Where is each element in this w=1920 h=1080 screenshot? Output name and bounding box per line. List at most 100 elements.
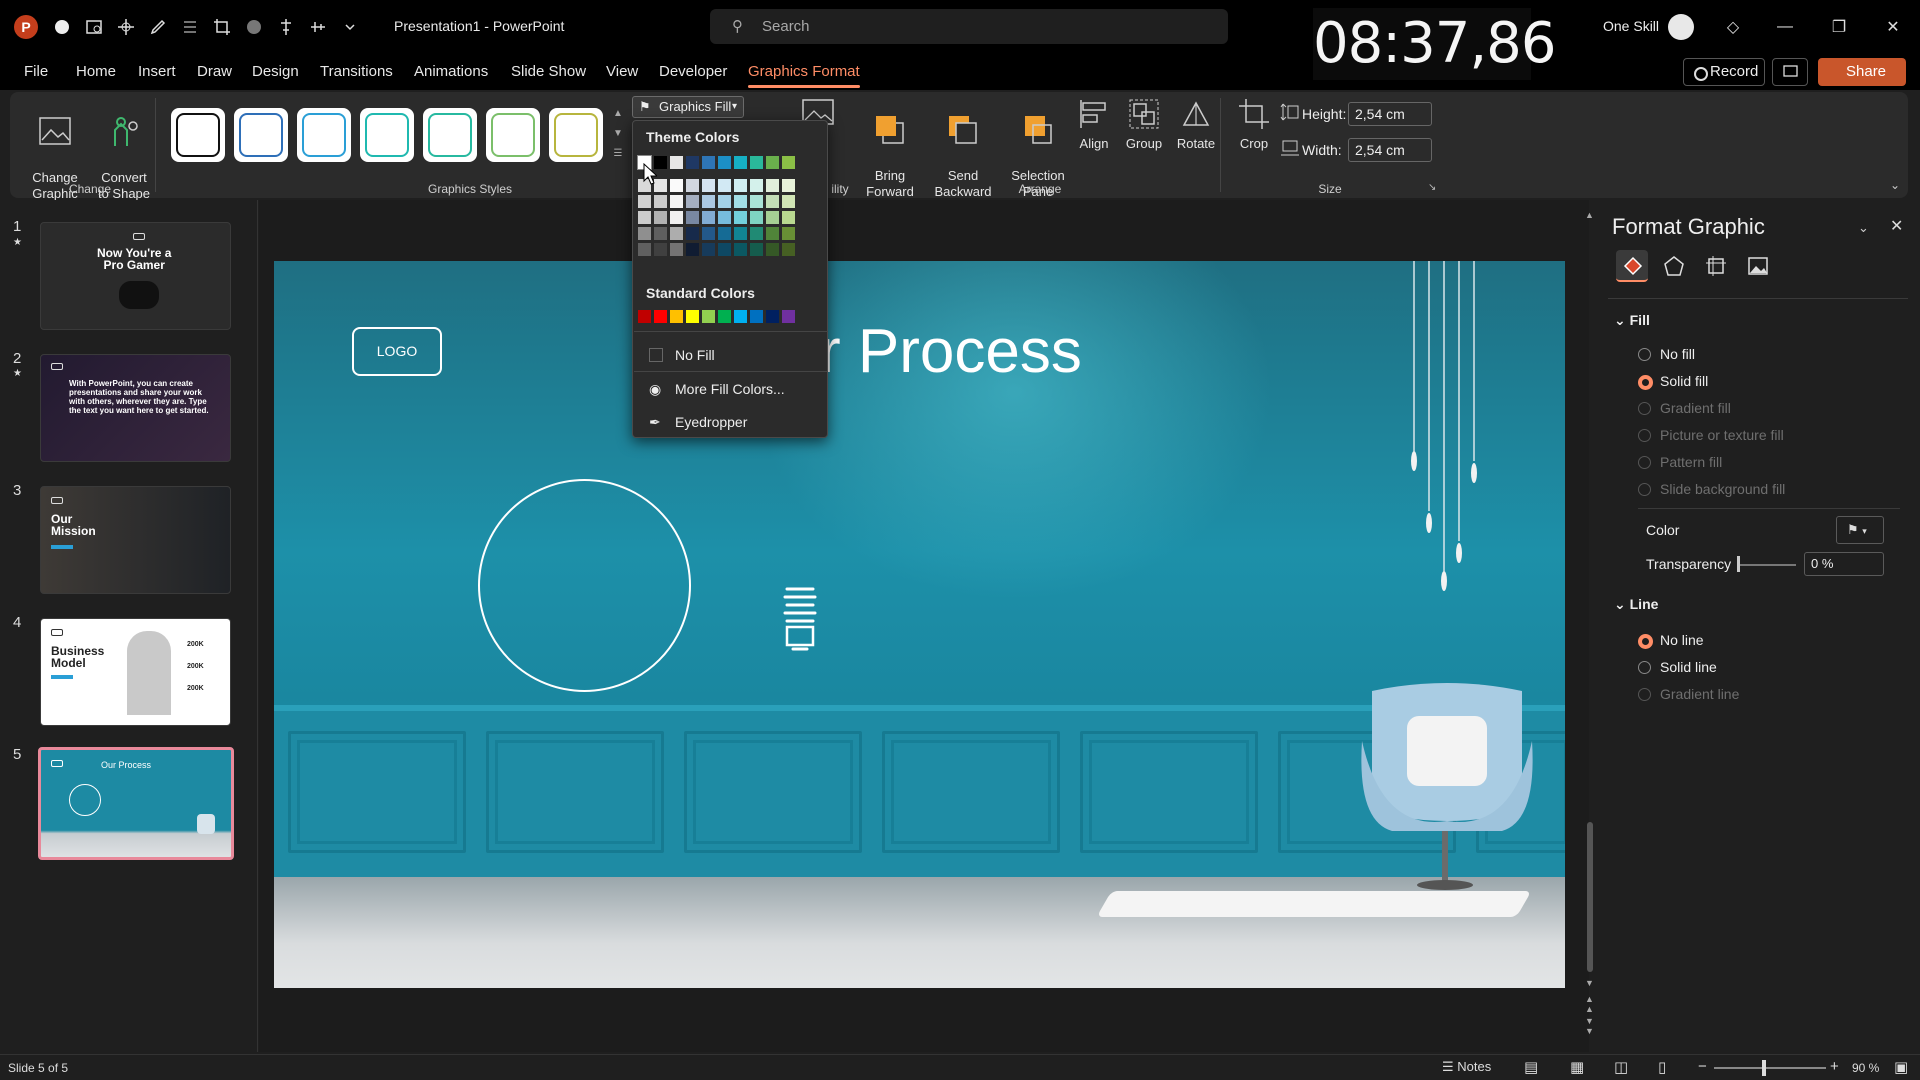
theme-color-shade-swatch[interactable]	[654, 243, 667, 256]
theme-color-swatch[interactable]	[734, 156, 747, 169]
tab-transitions[interactable]: Transitions	[320, 63, 393, 80]
theme-color-shade-swatch[interactable]	[654, 211, 667, 224]
standard-color-swatch[interactable]	[718, 310, 731, 323]
theme-color-shade-swatch[interactable]	[686, 179, 699, 192]
slide-thumbnail-1[interactable]: Now You're a Pro Gamer	[40, 222, 231, 330]
graphic-style-1[interactable]	[171, 108, 225, 162]
crop-icon[interactable]	[210, 14, 234, 40]
previous-slide-icon[interactable]: ▲ ▲	[1585, 994, 1594, 1014]
theme-color-shade-swatch[interactable]	[766, 179, 779, 192]
theme-color-shade-swatch[interactable]	[782, 211, 795, 224]
theme-color-swatch[interactable]	[782, 156, 795, 169]
effects-tab-icon[interactable]	[1658, 250, 1690, 282]
scroll-up-icon[interactable]: ▲	[1585, 210, 1594, 220]
height-input[interactable]: 2,54 cm	[1348, 102, 1432, 126]
no-fill-menu-item[interactable]: No Fill	[643, 341, 819, 369]
theme-color-shade-swatch[interactable]	[670, 195, 683, 208]
no-line-radio[interactable]: No line	[1638, 632, 1704, 649]
slide-title[interactable]: r Process	[820, 316, 1082, 387]
theme-color-shade-swatch[interactable]	[638, 211, 651, 224]
avatar[interactable]	[1668, 14, 1694, 40]
theme-color-shade-swatch[interactable]	[638, 195, 651, 208]
no-fill-radio[interactable]: No fill	[1638, 346, 1695, 362]
graphic-style-2[interactable]	[234, 108, 288, 162]
theme-color-shade-swatch[interactable]	[718, 179, 731, 192]
graphic-style-6[interactable]	[486, 108, 540, 162]
theme-color-swatch[interactable]	[718, 156, 731, 169]
zoom-slider-thumb[interactable]	[1762, 1060, 1766, 1076]
record-button[interactable]: Record	[1683, 58, 1765, 86]
theme-color-shade-swatch[interactable]	[782, 195, 795, 208]
customize-toolbar-icon[interactable]	[338, 14, 362, 40]
theme-color-shade-swatch[interactable]	[654, 195, 667, 208]
comments-button[interactable]	[1772, 58, 1808, 86]
share-button[interactable]: Share	[1818, 58, 1906, 86]
theme-color-shade-swatch[interactable]	[750, 211, 763, 224]
tab-slide-show[interactable]: Slide Show	[511, 63, 586, 80]
gradient-line-radio[interactable]: Gradient line	[1638, 686, 1739, 702]
send-backward-button[interactable]: Send Backward	[928, 96, 998, 200]
pane-options-chevron-icon[interactable]: ⌄	[1858, 220, 1869, 236]
tab-view[interactable]: View	[606, 63, 638, 80]
bring-forward-button[interactable]: Bring Forward	[858, 96, 922, 200]
picture-texture-fill-radio[interactable]: Picture or texture fill	[1638, 427, 1784, 443]
next-slide-icon[interactable]: ▼ ▼	[1585, 1016, 1594, 1036]
styles-gallery-scroll[interactable]: ▲ ▼ ☰	[611, 104, 625, 164]
scroll-down-icon[interactable]: ▼	[1585, 978, 1594, 988]
solid-fill-radio[interactable]: Solid fill	[1638, 373, 1708, 390]
theme-color-swatch[interactable]	[686, 156, 699, 169]
slide-thumbnail-2[interactable]: With PowerPoint, you can create presenta…	[40, 354, 231, 462]
pane-close-icon[interactable]: ✕	[1890, 216, 1903, 236]
line-section-header[interactable]: ⌄ Line	[1614, 596, 1658, 613]
theme-color-shade-swatch[interactable]	[702, 211, 715, 224]
zoom-level[interactable]: 90 %	[1852, 1061, 1879, 1075]
theme-color-shade-swatch[interactable]	[782, 179, 795, 192]
solid-line-radio[interactable]: Solid line	[1638, 659, 1717, 675]
theme-color-shade-swatch[interactable]	[734, 243, 747, 256]
theme-color-shade-swatch[interactable]	[702, 243, 715, 256]
theme-color-shade-swatch[interactable]	[766, 227, 779, 240]
standard-color-swatch[interactable]	[638, 310, 651, 323]
graphics-fill-button[interactable]: ⚑ Graphics Fill ▾	[632, 96, 744, 118]
tab-graphics-format[interactable]: Graphics Format	[748, 63, 860, 88]
theme-color-shade-swatch[interactable]	[686, 243, 699, 256]
diamond-icon[interactable]: ◇	[1720, 14, 1746, 40]
tab-animations[interactable]: Animations	[414, 63, 488, 80]
notes-button[interactable]: ☰ Notes	[1442, 1059, 1512, 1077]
theme-color-shade-swatch[interactable]	[702, 227, 715, 240]
theme-color-shade-swatch[interactable]	[670, 243, 683, 256]
transparency-slider-track[interactable]	[1738, 564, 1796, 566]
slide-thumbnail-3[interactable]: Our Mission	[40, 486, 231, 594]
theme-color-swatch[interactable]	[670, 156, 683, 169]
theme-color-shade-swatch[interactable]	[750, 195, 763, 208]
more-fill-colors-menu-item[interactable]: ◉ More Fill Colors...	[643, 375, 819, 403]
close-icon[interactable]: ✕	[1880, 14, 1906, 40]
search-input[interactable]: ⚲ Search	[710, 9, 1228, 44]
group-button[interactable]: Group	[1120, 96, 1168, 152]
theme-color-shade-swatch[interactable]	[718, 243, 731, 256]
minimize-icon[interactable]: —	[1772, 14, 1798, 40]
zoom-out-icon[interactable]: −	[1698, 1058, 1707, 1075]
pen-icon[interactable]	[146, 14, 170, 40]
theme-color-shade-swatch[interactable]	[734, 211, 747, 224]
picture-tab-icon[interactable]	[1742, 250, 1774, 282]
tab-home[interactable]: Home	[76, 63, 116, 80]
rotate-button[interactable]: Rotate	[1170, 96, 1222, 152]
shape-fill-icon[interactable]	[242, 14, 266, 40]
tab-developer[interactable]: Developer	[659, 63, 727, 80]
theme-color-shade-swatch[interactable]	[766, 211, 779, 224]
graphic-style-5[interactable]	[423, 108, 477, 162]
fill-line-tab-icon[interactable]	[1616, 250, 1648, 282]
size-properties-tab-icon[interactable]	[1700, 250, 1732, 282]
zoom-slider-track[interactable]	[1714, 1067, 1826, 1069]
standard-color-swatch[interactable]	[750, 310, 763, 323]
restore-icon[interactable]: ❐	[1826, 14, 1852, 40]
transparency-slider-thumb[interactable]	[1737, 556, 1740, 572]
standard-color-swatch[interactable]	[670, 310, 683, 323]
theme-color-shade-swatch[interactable]	[718, 211, 731, 224]
theme-color-shade-swatch[interactable]	[654, 227, 667, 240]
theme-color-shade-swatch[interactable]	[734, 195, 747, 208]
align-center-icon[interactable]	[274, 14, 298, 40]
move-icon[interactable]	[114, 14, 138, 40]
scrollbar-thumb[interactable]	[1587, 822, 1593, 972]
